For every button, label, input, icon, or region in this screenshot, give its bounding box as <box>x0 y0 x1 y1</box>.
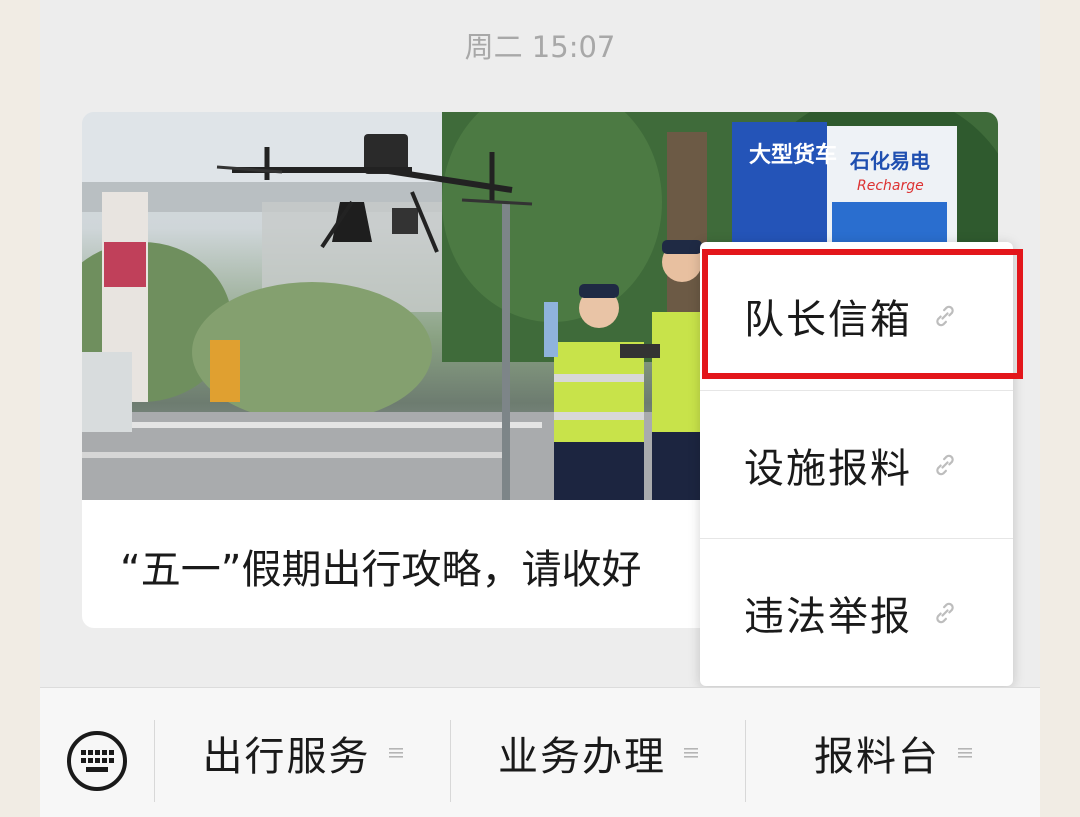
submenu-item-label: 设施报料 <box>744 446 912 492</box>
sign-text-brand: 石化易电 <box>849 149 930 173</box>
menu-label: 出行服务 <box>202 734 371 780</box>
article-title: “五一”假期出行攻略，请收好 <box>120 547 642 593</box>
submenu-item-violation-report[interactable]: 违法举报 <box>700 539 1013 687</box>
menu-lines-icon <box>958 748 972 758</box>
menu-travel-services[interactable]: 出行服务 <box>155 688 450 817</box>
keyboard-icon[interactable] <box>66 730 128 792</box>
highlight-box <box>702 249 1023 379</box>
sign-text-truck: 大型货车 <box>749 142 837 168</box>
bottom-menu-bar: 出行服务 业务办理 报料台 <box>40 687 1040 817</box>
menu-lines-icon <box>388 748 403 758</box>
sign-text-recharge: Recharge <box>857 178 924 194</box>
submenu-item-label: 违法举报 <box>744 594 912 640</box>
timestamp: 周二 15:07 <box>464 30 616 64</box>
menu-report-desk[interactable]: 报料台 <box>746 688 1040 817</box>
link-icon <box>936 454 954 476</box>
chat-screen: 周二 15:07 大型货车 石化易电 Recharge “五一”假期出行攻略，请… <box>40 0 1040 817</box>
menu-label: 报料台 <box>814 734 940 780</box>
link-icon <box>936 602 954 624</box>
menu-label: 业务办理 <box>498 734 666 780</box>
submenu-item-facility-report[interactable]: 设施报料 <box>700 391 1013 539</box>
menu-business-handling[interactable]: 业务办理 <box>451 688 745 817</box>
menu-lines-icon <box>684 748 698 758</box>
